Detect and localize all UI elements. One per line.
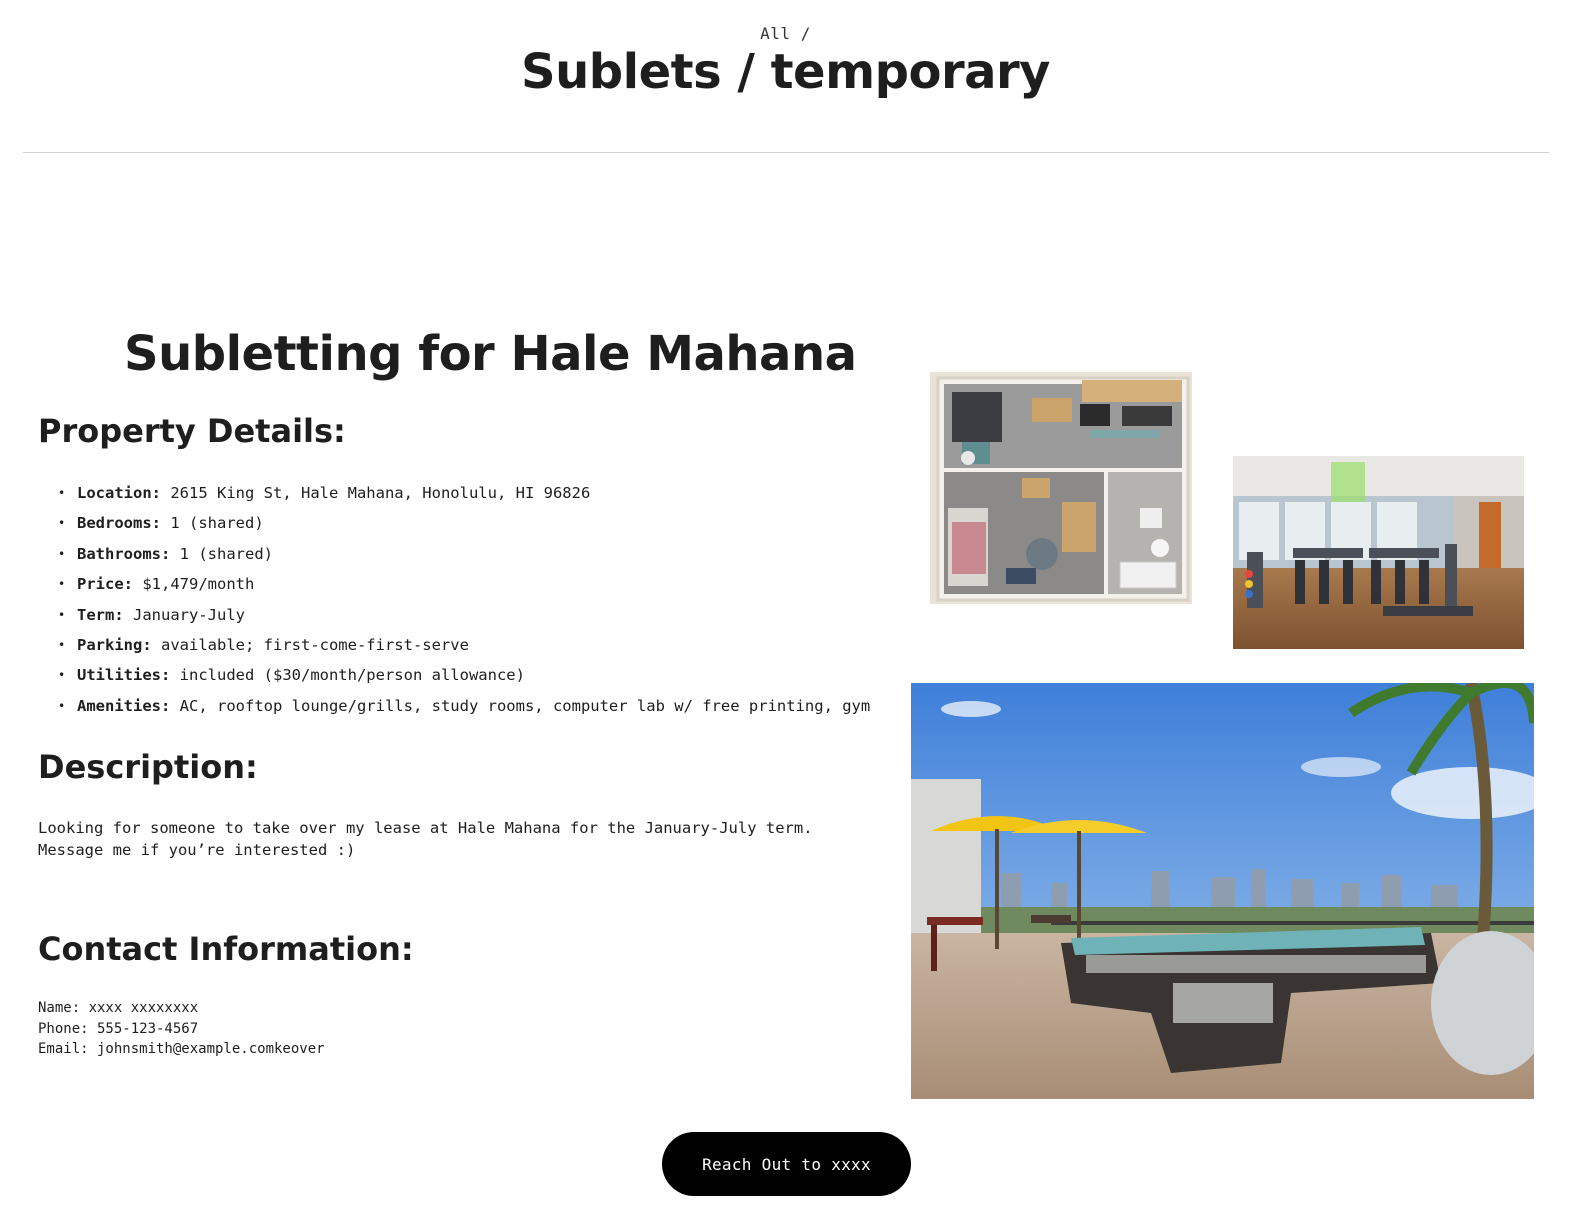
gym-image[interactable] — [1233, 456, 1524, 649]
description-line: Message me if you’re interested :) — [38, 841, 356, 859]
detail-label: Utilities: — [77, 666, 171, 685]
contact-phone: Phone: 555-123-4567 — [38, 1020, 199, 1037]
bullet: • — [58, 546, 66, 561]
detail-label: Amenities: — [77, 696, 171, 715]
bullet: • — [58, 516, 66, 531]
bullet: • — [58, 637, 66, 652]
page-title: Sublets / temporary — [521, 44, 1050, 100]
listing-title: Subletting for Hale Mahana — [124, 326, 857, 382]
detail-amenities: • Amenities: AC, rooftop lounge/grills, s… — [58, 693, 870, 723]
bullet: • — [58, 668, 66, 683]
description-text: Looking for someone to take over my leas… — [38, 817, 898, 861]
detail-bathrooms: • Bathrooms: 1 (shared) — [58, 541, 870, 571]
detail-bedrooms: • Bedrooms: 1 (shared) — [58, 510, 870, 540]
rooftop-lounge-image[interactable] — [911, 683, 1534, 1099]
property-details-list: • Location: 2615 King St, Hale Mahana, Ho… — [58, 480, 870, 723]
detail-location: • Location: 2615 King St, Hale Mahana, Ho… — [58, 480, 870, 510]
breadcrumb-separator: / — [800, 24, 811, 43]
detail-value: 1 (shared) — [179, 544, 273, 563]
contact-info: Name: xxxx xxxxxxxx Phone: 555-123-4567 … — [38, 998, 325, 1060]
detail-value: January-July — [133, 605, 245, 624]
detail-value: available; first-come-first-serve — [161, 635, 469, 654]
bullet: • — [58, 486, 66, 500]
floor-plan-image[interactable] — [912, 362, 1202, 614]
detail-value: $1,479/month — [142, 575, 255, 594]
detail-label: Bedrooms: — [77, 514, 161, 533]
bullet: • — [58, 698, 66, 713]
bullet: • — [58, 577, 66, 592]
detail-label: Location: — [77, 484, 161, 502]
detail-value: included ($30/month/person allowance) — [179, 666, 525, 685]
description-line: Looking for someone to take over my leas… — [38, 819, 813, 837]
detail-label: Term: — [77, 605, 124, 624]
detail-parking: • Parking: available; first-come-first-se… — [58, 632, 870, 662]
property-details-heading: Property Details: — [38, 412, 346, 450]
description-heading: Description: — [38, 748, 258, 786]
detail-value: 2615 King St, Hale Mahana, Honolulu, HI … — [170, 484, 591, 502]
detail-value: AC, rooftop lounge/grills, study rooms, … — [179, 696, 871, 715]
header-divider — [23, 152, 1549, 153]
bullet: • — [58, 607, 66, 622]
contact-email: Email: johnsmith@example.comkeover — [38, 1041, 325, 1057]
detail-label: Bathrooms: — [77, 544, 171, 563]
detail-value: 1 (shared) — [170, 514, 264, 533]
detail-term: • Term: January-July — [58, 602, 870, 632]
breadcrumb: All / — [0, 24, 1571, 43]
contact-name: Name: xxxx xxxxxxxx — [38, 1000, 199, 1016]
detail-label: Price: — [77, 575, 133, 594]
contact-heading: Contact Information: — [38, 930, 414, 968]
detail-price: • Price: $1,479/month — [58, 571, 870, 601]
detail-label: Parking: — [77, 635, 152, 654]
detail-utilities: • Utilities: included ($30/month/person a… — [58, 662, 870, 692]
breadcrumb-all-link[interactable]: All — [760, 24, 790, 43]
reach-out-button[interactable]: Reach Out to xxxx — [662, 1132, 911, 1196]
